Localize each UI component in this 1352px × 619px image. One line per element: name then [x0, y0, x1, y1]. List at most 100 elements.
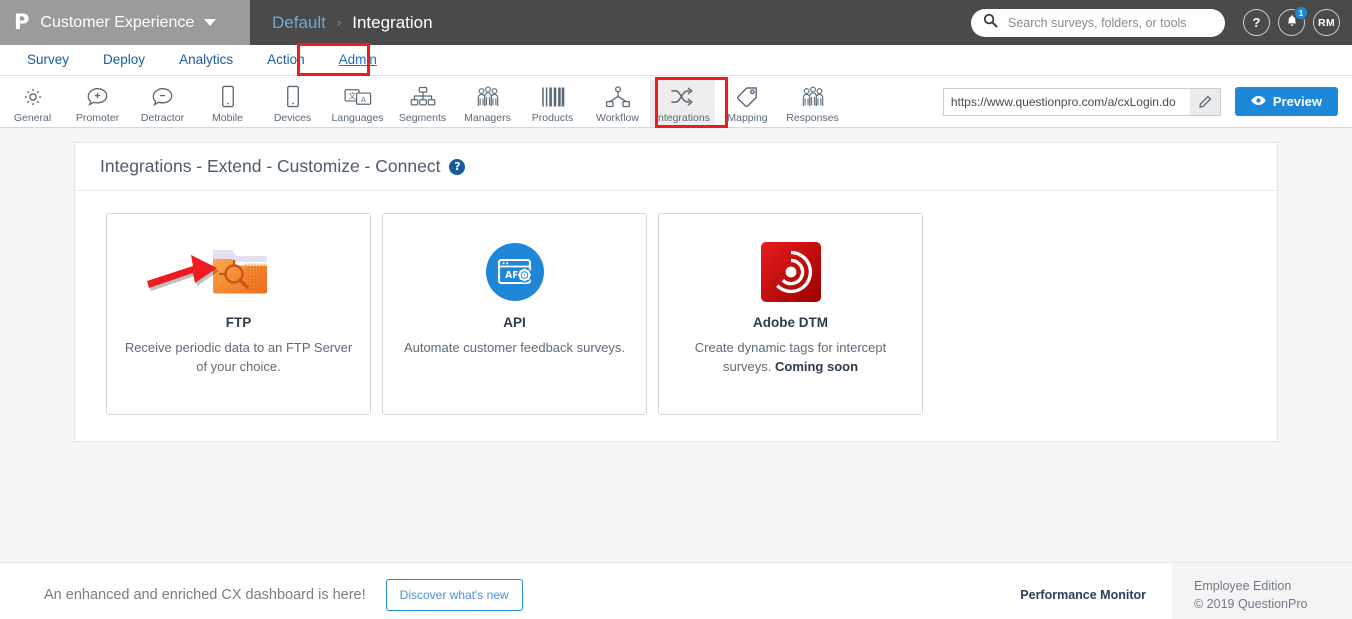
nav-item-action[interactable]: Action	[250, 45, 322, 75]
toolbar-item-languages[interactable]: 文 A Languages	[325, 80, 390, 127]
translate-icon: 文 A	[344, 84, 372, 109]
breadcrumb-root-link[interactable]: Default	[272, 13, 326, 33]
toolbar-item-managers[interactable]: Managers	[455, 80, 520, 127]
top-header-bar: P Customer Experience Default › Integrat…	[0, 0, 1352, 45]
card-title: API	[503, 315, 526, 330]
people-icon	[475, 84, 501, 109]
footer: An enhanced and enriched CX dashboard is…	[0, 562, 1352, 619]
toolbar-item-responses[interactable]: Responses	[780, 80, 845, 127]
main-navigation: Survey Deploy Analytics Action Admin	[0, 43, 1352, 76]
edition-box: Employee Edition © 2019 QuestionPro	[1172, 562, 1352, 619]
breadcrumb: Default › Integration	[250, 13, 971, 33]
avatar-initials: RM	[1318, 16, 1335, 29]
search-input[interactable]	[1006, 14, 1215, 31]
toolbar-item-detractor[interactable]: Detractor	[130, 80, 195, 127]
phone-icon	[221, 84, 235, 109]
footer-message: An enhanced and enriched CX dashboard is…	[44, 586, 366, 603]
page-body: Integrations - Extend - Customize - Conn…	[0, 128, 1352, 562]
api-icon: API	[481, 238, 549, 306]
sitemap-icon	[410, 84, 436, 109]
toolbar-label: General	[13, 112, 52, 124]
plus-bubble-icon	[86, 84, 109, 109]
integration-card-ftp[interactable]: FTP Receive periodic data to an FTP Serv…	[106, 213, 371, 415]
integration-card-adobe-dtm[interactable]: Adobe DTM Create dynamic tags for interc…	[658, 213, 923, 415]
admin-toolbar: General Promoter Detractor Mobile Device…	[0, 76, 1352, 128]
card-description: Receive periodic data to an FTP Server o…	[124, 340, 353, 374]
eye-icon	[1251, 94, 1273, 109]
people-icon	[800, 84, 826, 109]
shuffle-icon	[670, 84, 696, 109]
page-title: Integrations - Extend - Customize - Conn…	[100, 156, 441, 176]
nav-item-deploy[interactable]: Deploy	[86, 45, 162, 75]
device-icon	[286, 84, 300, 109]
survey-url-value: https://www.questionpro.com/a/cxLogin.do	[950, 94, 1176, 109]
card-title: FTP	[225, 315, 252, 330]
brand-title: Customer Experience	[40, 13, 195, 31]
copyright-label: © 2019 QuestionPro	[1194, 596, 1308, 611]
card-description: Automate customer feedback surveys.	[403, 340, 626, 355]
integrations-panel: Integrations - Extend - Customize - Conn…	[74, 142, 1278, 442]
nav-item-analytics[interactable]: Analytics	[162, 45, 250, 75]
toolbar-item-promoter[interactable]: Promoter	[65, 80, 130, 127]
performance-monitor-link[interactable]: Performance Monitor	[1020, 588, 1146, 602]
preview-button[interactable]: Preview	[1234, 87, 1338, 116]
toolbar-label: Mobile	[212, 112, 243, 124]
toolbar-item-products[interactable]: Products	[520, 80, 585, 127]
integration-card-api[interactable]: API API Automate customer feedback surve…	[382, 213, 647, 415]
toolbar-label: Devices	[273, 112, 312, 124]
toolbar-right-controls: https://www.questionpro.com/a/cxLogin.do…	[942, 80, 1352, 116]
toolbar-label: Managers	[464, 112, 511, 124]
toolbar-label: Segments	[398, 112, 447, 124]
minus-bubble-icon	[151, 84, 174, 109]
card-badge: Coming soon	[774, 359, 859, 374]
toolbar-item-workflow[interactable]: Workflow	[585, 80, 650, 127]
toolbar-item-general[interactable]: General	[0, 80, 65, 127]
toolbar-label: Languages	[331, 112, 384, 124]
question-mark-icon[interactable]: ?	[449, 158, 466, 175]
search-icon	[983, 13, 998, 33]
adobe-dtm-icon	[757, 238, 825, 306]
toolbar-item-devices[interactable]: Devices	[260, 80, 325, 127]
toolbar-label: Integrations	[655, 112, 710, 124]
toolbar-item-mobile[interactable]: Mobile	[195, 80, 260, 127]
search-box[interactable]	[971, 8, 1225, 37]
panel-header: Integrations - Extend - Customize - Conn…	[75, 143, 1277, 191]
tag-icon	[736, 84, 760, 109]
toolbar-item-mapping[interactable]: Mapping	[715, 80, 780, 127]
barcode-icon	[541, 84, 565, 109]
notifications-button[interactable]: 1	[1278, 6, 1308, 36]
help-button[interactable]: ?	[1243, 9, 1270, 36]
header-actions: ? 1 RM	[971, 6, 1352, 37]
workflow-icon	[605, 84, 631, 109]
toolbar-label: Promoter	[75, 112, 120, 124]
notification-count-badge: 1	[1294, 6, 1308, 20]
gear-icon	[22, 84, 44, 109]
toolbar-item-segments[interactable]: Segments	[390, 80, 455, 127]
integration-card-list: FTP Receive periodic data to an FTP Serv…	[75, 191, 1277, 415]
card-title: Adobe DTM	[753, 315, 828, 330]
nav-item-admin[interactable]: Admin	[322, 45, 394, 75]
avatar[interactable]: RM	[1313, 9, 1340, 36]
svg-text:文: 文	[348, 90, 356, 100]
pencil-icon[interactable]	[1189, 88, 1220, 115]
question-mark-icon: ?	[1252, 15, 1261, 30]
toolbar-label: Workflow	[596, 112, 639, 124]
ftp-folder-icon	[205, 238, 273, 306]
toolbar-label: Responses	[786, 112, 839, 124]
survey-url-field[interactable]: https://www.questionpro.com/a/cxLogin.do	[942, 87, 1221, 116]
breadcrumb-current: Integration	[352, 12, 433, 32]
chevron-down-icon[interactable]	[204, 19, 217, 26]
edition-label: Employee Edition	[1194, 578, 1292, 593]
discover-whats-new-button[interactable]: Discover what's new	[385, 578, 523, 611]
preview-label: Preview	[1272, 94, 1322, 109]
breadcrumb-separator-icon: ›	[336, 15, 342, 30]
toolbar-label: Mapping	[727, 112, 768, 124]
card-description: Create dynamic tags for intercept survey…	[659, 338, 922, 376]
toolbar-item-integrations[interactable]: Integrations	[650, 80, 715, 127]
nav-item-survey[interactable]: Survey	[10, 45, 86, 75]
questionpro-logo-icon: P	[14, 10, 29, 34]
svg-text:A: A	[360, 94, 366, 103]
toolbar-label: Detractor	[140, 112, 185, 124]
toolbar-label: Products	[531, 112, 574, 124]
brand-zone[interactable]: P Customer Experience	[0, 0, 250, 45]
